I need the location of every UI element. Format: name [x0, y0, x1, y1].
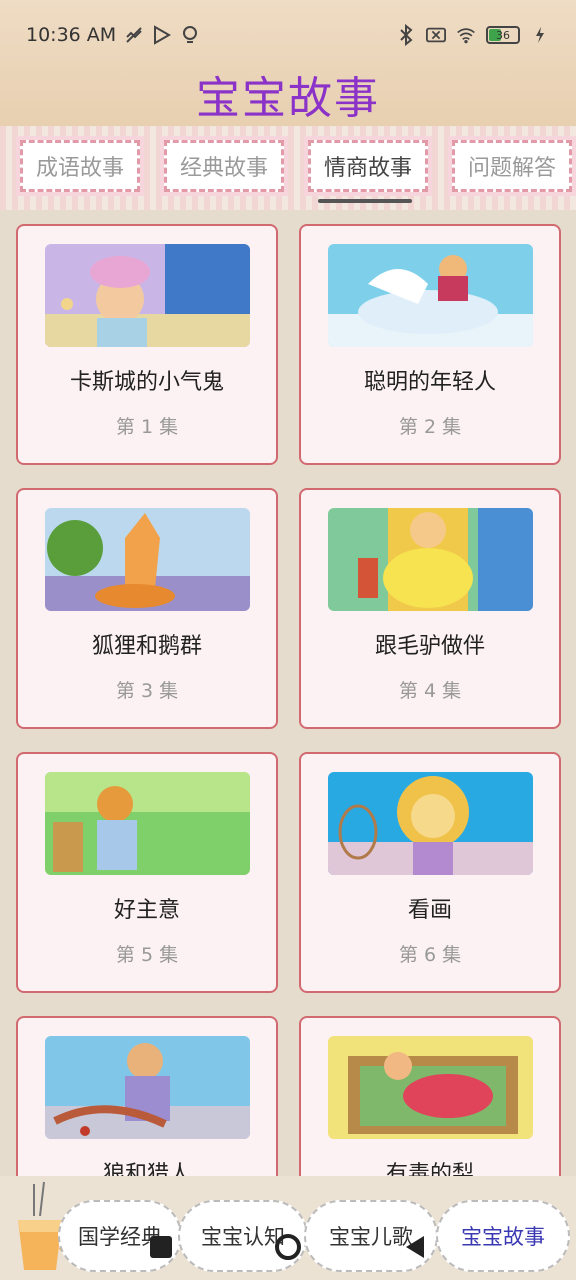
story-thumbnail: [45, 772, 250, 875]
bluetooth-icon: [396, 24, 416, 46]
status-time: 10:36 AM: [26, 24, 117, 46]
category-tabs: 成语故事 经典故事 情商故事 问题解答: [0, 126, 576, 210]
tab-qa[interactable]: 问题解答: [452, 140, 572, 192]
tab-label: 情商故事: [323, 156, 412, 181]
status-bar: 10:36 AM 36: [0, 0, 576, 70]
story-episode: 第 1 集: [115, 416, 179, 438]
nav-baby-stories[interactable]: 宝宝故事: [436, 1200, 570, 1272]
story-episode: 第 3 集: [115, 680, 179, 702]
story-card[interactable]: 狼和猎人: [16, 1016, 278, 1176]
story-thumbnail: [328, 1036, 533, 1139]
nav-label: 宝宝认知: [201, 1225, 285, 1249]
bulb-icon: [180, 25, 200, 45]
back-button[interactable]: [404, 1234, 426, 1264]
battery-icon: 36: [486, 26, 520, 44]
tab-classic-stories[interactable]: 经典故事: [164, 140, 284, 192]
home-button[interactable]: [275, 1234, 301, 1260]
page-title: 宝宝故事: [196, 73, 380, 124]
battery-level: 36: [496, 28, 510, 42]
nav-label: 宝宝故事: [461, 1225, 545, 1249]
story-title: 狐狸和鹅群: [91, 634, 202, 659]
story-grid: 卡斯城的小气鬼 第 1 集 聪明的年轻人 第 2 集 狐狸和鹅群 第 3 集 跟…: [0, 210, 576, 1176]
story-title: 聪明的年轻人: [363, 370, 496, 395]
story-episode: 第 5 集: [115, 944, 179, 966]
story-thumbnail: [45, 244, 250, 347]
story-thumbnail: [45, 508, 250, 611]
story-card[interactable]: 看画 第 6 集: [299, 752, 561, 993]
story-episode: 第 4 集: [398, 680, 462, 702]
story-thumbnail: [328, 772, 533, 875]
no-sim-icon: [426, 25, 446, 45]
story-thumbnail: [328, 508, 533, 611]
tab-label: 经典故事: [179, 156, 268, 181]
story-card[interactable]: 有毒的梨: [299, 1016, 561, 1176]
story-card[interactable]: 好主意 第 5 集: [16, 752, 278, 993]
story-thumbnail: [328, 244, 533, 347]
tab-eq-stories[interactable]: 情商故事: [308, 140, 428, 192]
charging-icon: [530, 25, 550, 45]
story-episode: 第 2 集: [398, 416, 462, 438]
recents-button[interactable]: [150, 1236, 172, 1258]
story-title: 卡斯城的小气鬼: [69, 370, 224, 395]
mute-icon: [124, 25, 144, 45]
active-tab-indicator: [318, 199, 412, 203]
story-title: 看画: [407, 898, 452, 923]
story-card[interactable]: 狐狸和鹅群 第 3 集: [16, 488, 278, 729]
tab-label: 问题解答: [467, 156, 556, 181]
nav-label: 宝宝儿歌: [329, 1225, 413, 1249]
story-card[interactable]: 聪明的年轻人 第 2 集: [299, 224, 561, 465]
tab-label: 成语故事: [35, 156, 124, 181]
story-thumbnail: [45, 1036, 250, 1139]
play-store-icon: [152, 25, 172, 45]
tab-idiom-stories[interactable]: 成语故事: [20, 140, 140, 192]
story-episode: 第 6 集: [398, 944, 462, 966]
story-title: 好主意: [113, 898, 180, 923]
story-title: 跟毛驴做伴: [374, 634, 485, 659]
story-card[interactable]: 跟毛驴做伴 第 4 集: [299, 488, 561, 729]
story-card[interactable]: 卡斯城的小气鬼 第 1 集: [16, 224, 278, 465]
story-title: 有毒的梨: [385, 1162, 474, 1176]
wifi-icon: [456, 25, 476, 45]
story-title: 狼和猎人: [102, 1162, 191, 1176]
